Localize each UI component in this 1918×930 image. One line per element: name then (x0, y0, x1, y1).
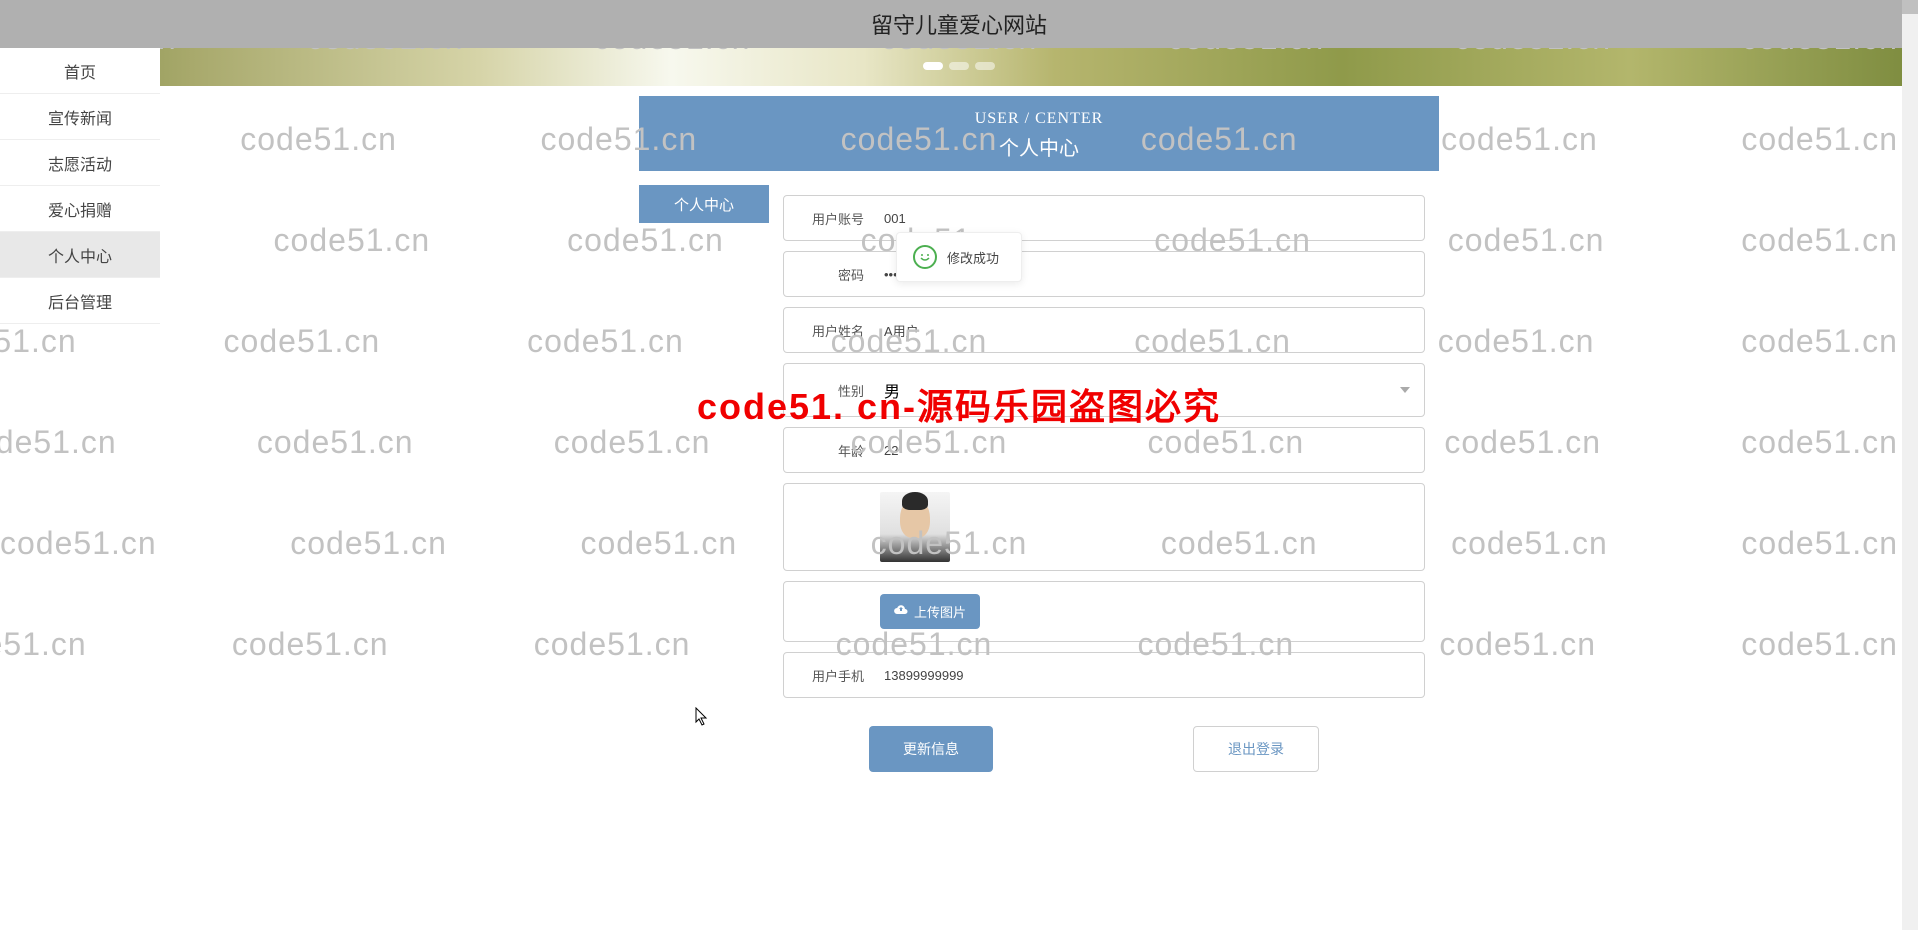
sidebar-item-label: 个人中心 (48, 243, 112, 267)
row-upload: 上传图片 (783, 581, 1425, 642)
toast: 修改成功 (896, 232, 1022, 282)
row-username: 用户姓名 (783, 307, 1425, 353)
label-password: 密码 (784, 265, 874, 284)
banner-image (0, 48, 1918, 86)
carousel-dot-2[interactable] (949, 62, 969, 70)
sidebar-item-user-center[interactable]: 个人中心 (0, 232, 160, 278)
update-button-label: 更新信息 (903, 741, 959, 757)
label-account: 用户账号 (784, 209, 874, 228)
sidebar: 首页 宣传新闻 志愿活动 爱心捐赠 个人中心 后台管理 (0, 48, 160, 324)
form-area: 用户账号 密码 用户姓名 性别 男 年龄 (769, 185, 1439, 792)
sidebar-item-donate[interactable]: 爱心捐赠 (0, 186, 160, 232)
gender-select[interactable]: 男 (874, 368, 1424, 412)
page-header-cn: 个人中心 (639, 132, 1439, 161)
page-header-en: USER / CENTER (639, 110, 1439, 128)
label-age: 年龄 (784, 441, 874, 460)
toast-text: 修改成功 (947, 248, 999, 267)
label-phone: 用户手机 (784, 666, 874, 685)
site-title: 留守儿童爱心网站 (871, 8, 1047, 40)
scrollbar[interactable] (1902, 0, 1918, 930)
row-avatar (783, 483, 1425, 571)
avatar-head (900, 498, 930, 538)
scrollbar-thumb[interactable] (1902, 0, 1918, 14)
sidebar-item-label: 首页 (64, 59, 96, 83)
upload-button-label: 上传图片 (914, 602, 966, 621)
sub-sidebar-item-label: 个人中心 (674, 194, 734, 215)
logout-button[interactable]: 退出登录 (1193, 726, 1319, 772)
sidebar-item-label: 宣传新闻 (48, 105, 112, 129)
upload-image-button[interactable]: 上传图片 (880, 594, 980, 629)
avatar-image[interactable] (880, 492, 950, 562)
age-input[interactable] (874, 433, 1424, 468)
gender-value: 男 (884, 378, 900, 402)
carousel-dot-1[interactable] (923, 62, 943, 70)
sidebar-item-admin[interactable]: 后台管理 (0, 278, 160, 324)
watermark-text: code51.cn (0, 626, 87, 663)
content-card: 个人中心 用户账号 密码 用户姓名 性别 男 (639, 185, 1439, 792)
label-username: 用户姓名 (784, 321, 874, 340)
phone-input[interactable] (874, 658, 1424, 693)
row-phone: 用户手机 (783, 652, 1425, 698)
row-age: 年龄 (783, 427, 1425, 473)
chevron-down-icon (1400, 387, 1410, 393)
page-header: USER / CENTER 个人中心 (639, 96, 1439, 171)
main-content: USER / CENTER 个人中心 个人中心 用户账号 密码 用户姓名 性别 (160, 86, 1918, 930)
label-gender: 性别 (784, 381, 874, 400)
sidebar-item-label: 后台管理 (48, 289, 112, 313)
watermark-text: code51.cn (0, 424, 117, 461)
sidebar-item-news[interactable]: 宣传新闻 (0, 94, 160, 140)
row-password: 密码 (783, 251, 1425, 297)
watermark-text: code51.cn (0, 525, 157, 562)
cloud-upload-icon (894, 604, 908, 619)
watermark-text: code51.cn (0, 323, 77, 360)
row-gender[interactable]: 性别 男 (783, 363, 1425, 417)
username-input[interactable] (874, 313, 1424, 348)
sidebar-item-label: 志愿活动 (48, 151, 112, 175)
sub-sidebar-item-user-center[interactable]: 个人中心 (639, 185, 769, 223)
success-icon (913, 245, 937, 269)
action-row: 更新信息 退出登录 (769, 708, 1439, 772)
sidebar-item-volunteer[interactable]: 志愿活动 (0, 140, 160, 186)
topbar: 留守儿童爱心网站 (0, 0, 1918, 48)
carousel-dot-3[interactable] (975, 62, 995, 70)
account-input[interactable] (874, 201, 1424, 236)
sub-sidebar: 个人中心 (639, 185, 769, 792)
banner (0, 48, 1918, 86)
carousel-dots (923, 62, 995, 70)
sidebar-item-home[interactable]: 首页 (0, 48, 160, 94)
row-account: 用户账号 (783, 195, 1425, 241)
sidebar-item-label: 爱心捐赠 (48, 197, 112, 221)
update-info-button[interactable]: 更新信息 (869, 726, 993, 772)
logout-button-label: 退出登录 (1228, 741, 1284, 757)
